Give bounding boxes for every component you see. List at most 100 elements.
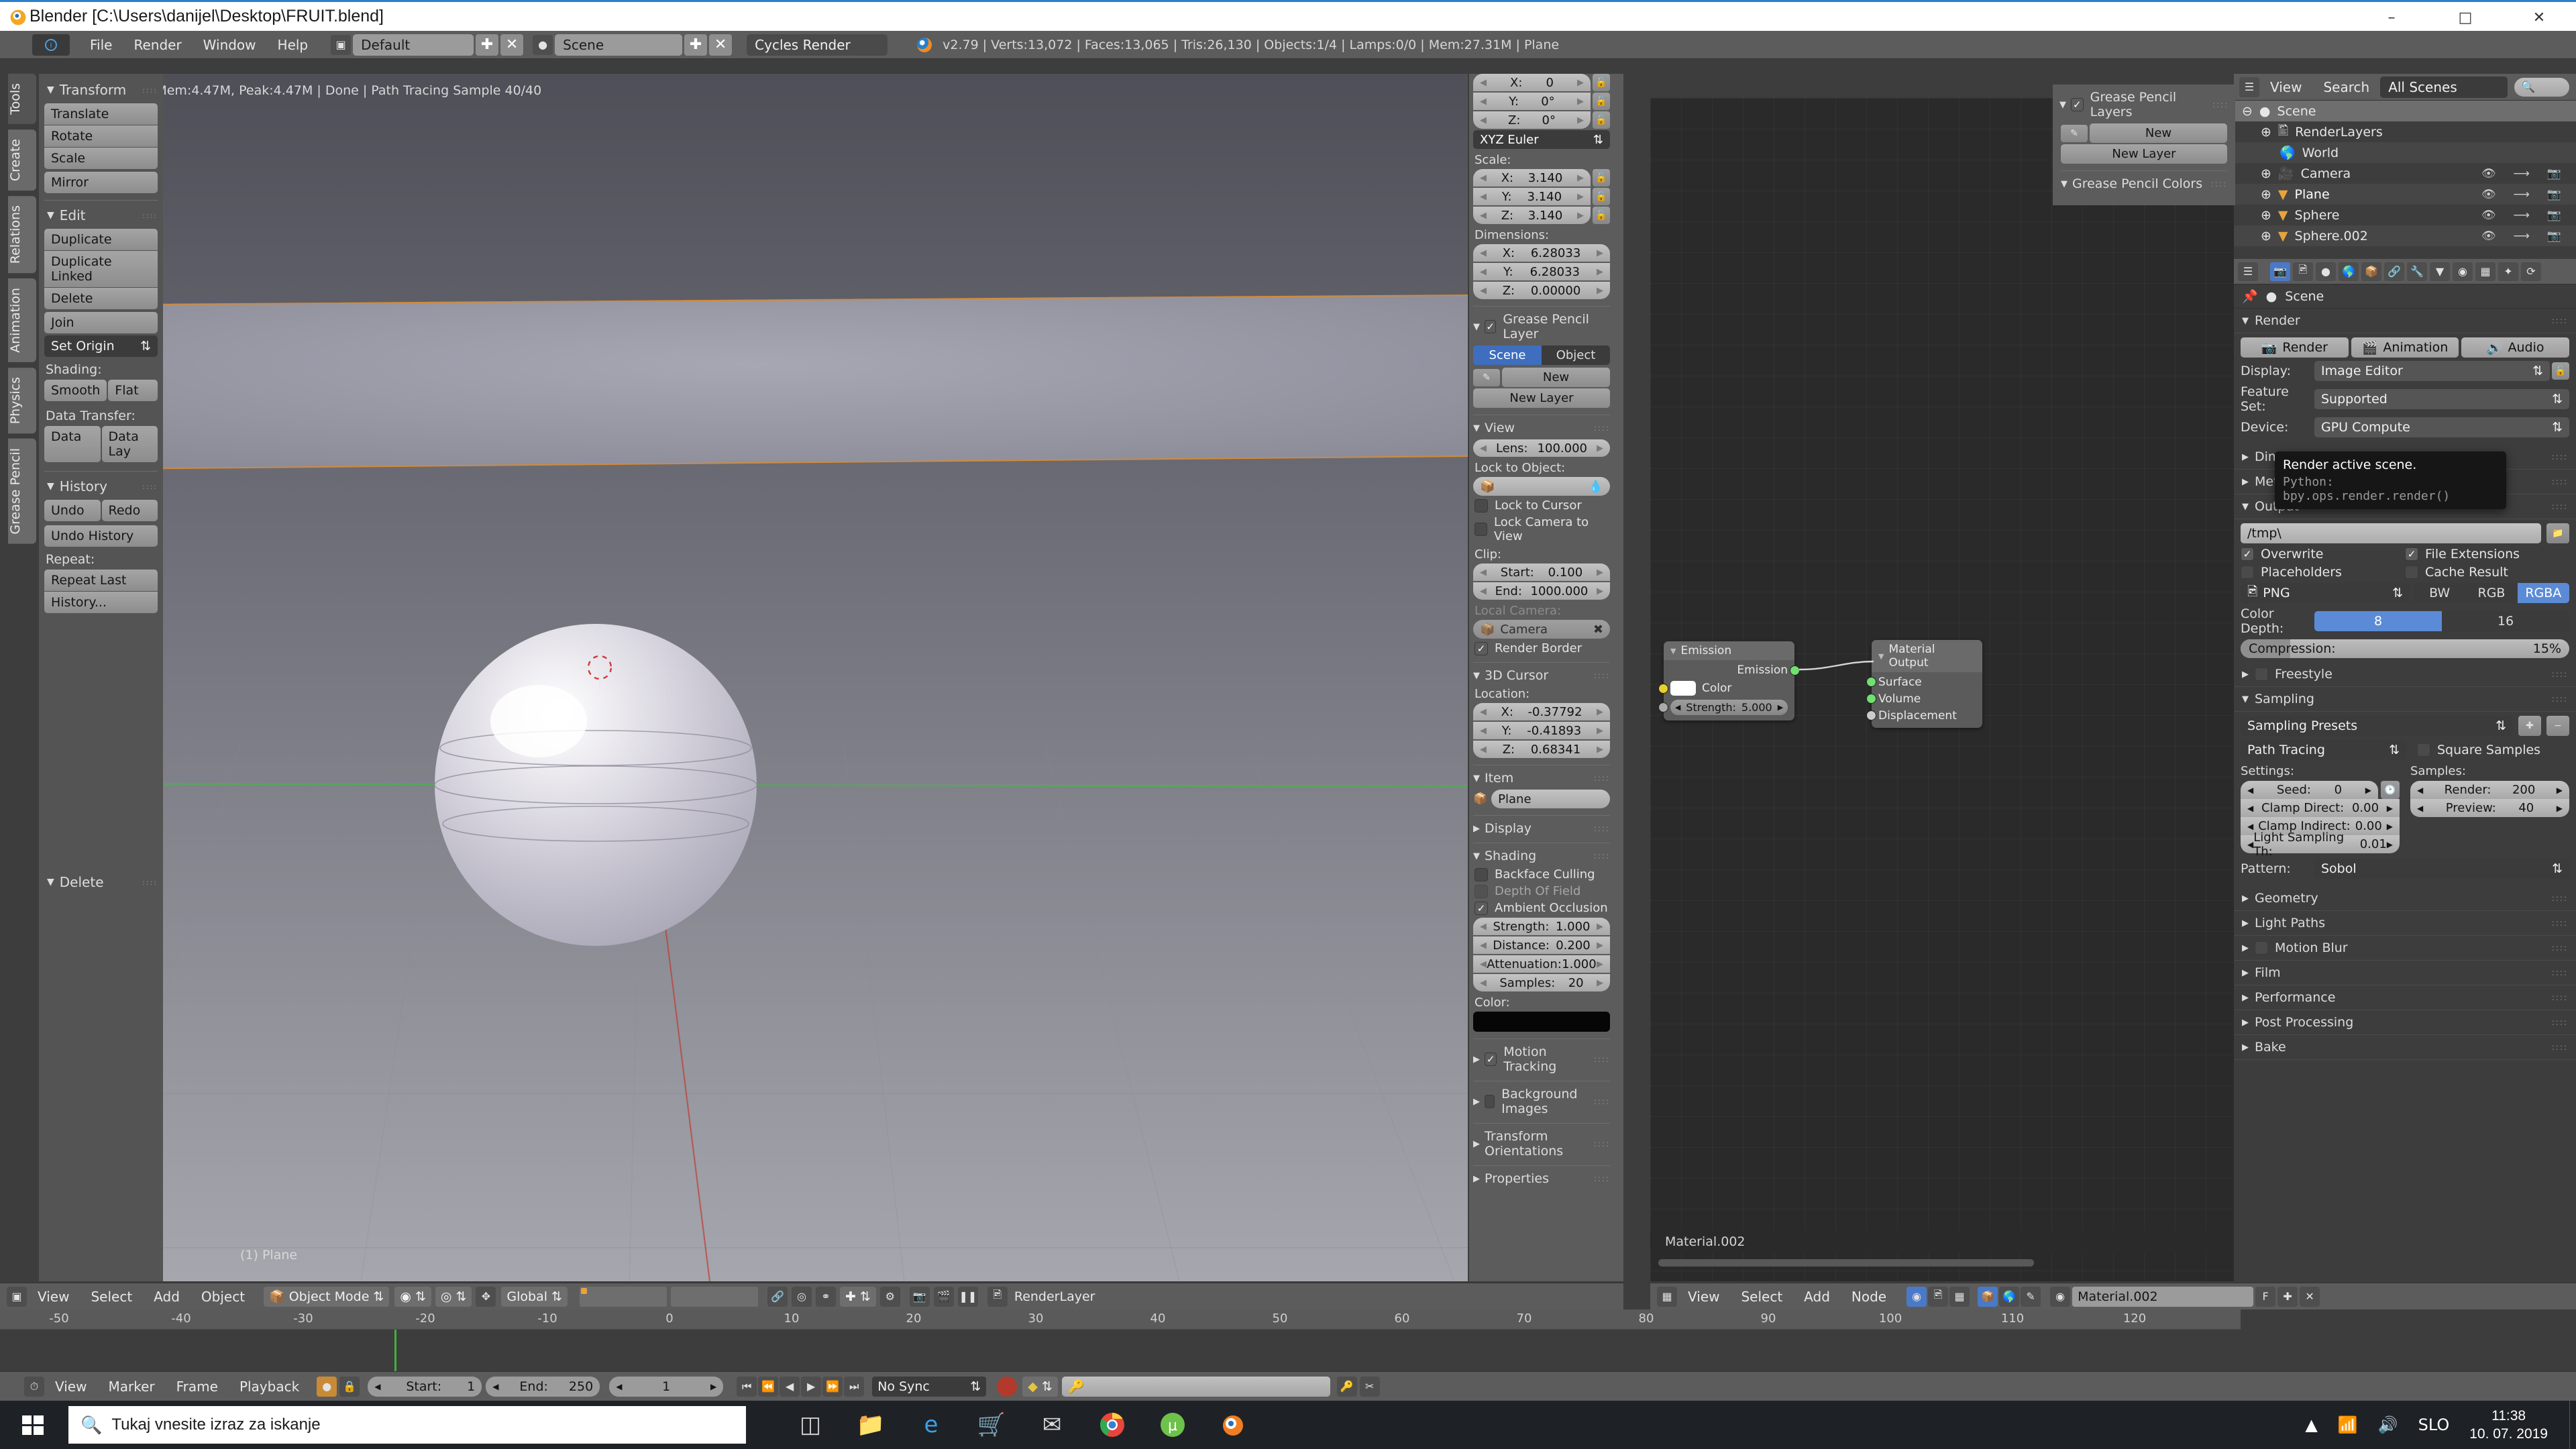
panel-header-render[interactable]: ▼ Render :::: (2234, 309, 2576, 333)
pattern-row[interactable]: Pattern: Sobol ⇅ (2241, 859, 2569, 879)
blender-icon[interactable] (1216, 1407, 1250, 1442)
outliner-row-plane[interactable]: ⊕ ▼ Plane 👁 ⟶ 📷 (2234, 184, 2576, 205)
tool-tab-animation[interactable]: Animation (8, 278, 36, 363)
ambient-occlusion-checkbox[interactable]: ✓ (1474, 901, 1488, 915)
remove-preset-button[interactable]: − (2546, 716, 2569, 736)
lock-rotation-x-icon[interactable]: 🔓 (1593, 74, 1610, 91)
grease-pencil-checkbox[interactable]: ✓ (1485, 320, 1497, 333)
outliner-row-scene[interactable]: ⊖ ● Scene (2234, 101, 2576, 121)
panel-header-freestyle[interactable]: ▶ Freestyle :::: (2234, 662, 2576, 687)
rotation-z-row[interactable]: ◀ Z: 0° ▶ 🔓 (1473, 111, 1610, 129)
outliner-row-sphere-002[interactable]: ⊕ ▼ Sphere.002 👁 ⟶ 📷 (2234, 225, 2576, 246)
outliner-type-icon[interactable]: ☰ (2239, 76, 2259, 97)
socket-strength-in[interactable] (1658, 702, 1668, 712)
device-row[interactable]: Device: GPU Compute ⇅ (2241, 417, 2569, 437)
volume-icon[interactable]: 🔊 (2378, 1415, 2398, 1434)
set-origin-dropdown[interactable]: Set Origin ⇅ (44, 335, 158, 357)
renderable-icon[interactable]: 📷 (2547, 167, 2561, 180)
panel-header-display[interactable]: ▶ Display :::: (1473, 815, 1610, 836)
scale-z-row[interactable]: ◀ Z: 3.140 ▶ 🔓 (1473, 207, 1610, 224)
tab-render[interactable]: 📷 (2270, 262, 2290, 281)
material-name-field[interactable]: Material.002 (2072, 1286, 2254, 1307)
panel-header-background-images[interactable]: ▶ Background Images :::: (1473, 1081, 1610, 1116)
outliner-row-renderlayers[interactable]: ⊕ 🖺 RenderLayers (2234, 121, 2576, 142)
seed-field[interactable]: ◀ Seed: 0 ▶ (2241, 781, 2378, 799)
tab-object[interactable]: 📦 (2361, 262, 2381, 281)
timeline-menu-marker[interactable]: Marker (97, 1379, 165, 1395)
render-audio-button[interactable]: 🔊 Audio (2461, 337, 2570, 358)
panel-header-motion-tracking[interactable]: ▶ ✓ Motion Tracking :::: (1473, 1038, 1610, 1074)
add-screen-layout-button[interactable]: ✚ (476, 34, 499, 56)
lock-to-cursor-row[interactable]: Lock to Cursor (1474, 498, 1614, 513)
cache-result-checkbox[interactable] (2405, 566, 2418, 579)
node-emission-color-swatch[interactable] (1670, 681, 1696, 696)
background-images-checkbox[interactable] (1485, 1095, 1495, 1108)
node-emission[interactable]: ▼ Emission Emission Color ◀ Strength: 5.… (1658, 641, 1800, 720)
expand-icon[interactable]: ⊕ (2261, 208, 2271, 223)
square-samples-row[interactable]: Square Samples (2417, 743, 2569, 757)
render-engine-dropdown[interactable]: Cycles Render (747, 34, 888, 56)
animate-seed-icon[interactable]: 🕑 (2381, 781, 2400, 799)
panel-header-film[interactable]: ▶ Film :::: (2234, 961, 2576, 985)
next-keyframe-icon[interactable]: ⏩ (822, 1376, 843, 1397)
node-menu-node[interactable]: Node (1841, 1289, 1897, 1305)
panel-header-3d-cursor[interactable]: ▼ 3D Cursor :::: (1473, 662, 1610, 683)
compositing-nodes-icon[interactable]: 🖻 (1928, 1286, 1949, 1307)
folder-icon[interactable]: 📁 (2546, 523, 2569, 543)
cache-result-row[interactable]: Cache Result (2405, 565, 2569, 580)
gp-sidebar-new-button[interactable]: New (2090, 123, 2227, 143)
lock-rotation-z-icon[interactable]: 🔓 (1593, 111, 1610, 129)
gp-colors-header[interactable]: ▼ Grease Pencil Colors :::: (2061, 170, 2227, 191)
tool-rotate-button[interactable]: Rotate (44, 125, 158, 147)
ao-color-swatch[interactable] (1473, 1012, 1610, 1032)
output-path-input[interactable]: /tmp\ (2241, 523, 2541, 543)
visibility-icon[interactable]: 👁 (2481, 209, 2496, 222)
pin-icon[interactable]: 📌 (2242, 288, 2258, 304)
panel-header-transform-orientations[interactable]: ▶ Transform Orientations :::: (1473, 1123, 1610, 1159)
scene-dropdown[interactable]: Scene (555, 34, 683, 56)
menu-render[interactable]: Render (123, 37, 192, 53)
snap-target-icon[interactable]: ⚙ (879, 1286, 900, 1307)
expand-icon[interactable]: ⊕ (2261, 187, 2271, 202)
panel-header-view[interactable]: ▼ View :::: (1473, 415, 1610, 435)
jump-to-start-icon[interactable]: ⏮ (737, 1376, 757, 1397)
cursor-y-row[interactable]: ◀ Y: -0.41893 ▶ (1473, 722, 1610, 739)
timeline-menu-view[interactable]: View (44, 1379, 97, 1395)
rotation-x-row[interactable]: ◀ X: 0 ▶ 🔓 (1473, 74, 1610, 91)
taskbar-clock[interactable]: 11:38 10. 07. 2019 (2469, 1407, 2548, 1444)
lock-to-cursor-checkbox[interactable] (1474, 498, 1488, 513)
outliner-row-sphere[interactable]: ⊕ ▼ Sphere 👁 ⟶ 📷 (2234, 205, 2576, 225)
panel-header-transform[interactable]: ▼ Transform :::: (47, 82, 158, 98)
timeline-ruler[interactable]: -50 -40 -30 -20 -10 0 10 20 30 40 50 60 … (0, 1309, 2241, 1330)
tab-constraints[interactable]: 🔗 (2384, 262, 2404, 281)
delete-scene-button[interactable]: ✕ (709, 34, 733, 56)
store-icon[interactable]: 🛒 (974, 1407, 1009, 1442)
overwrite-checkbox[interactable]: ✓ (2241, 547, 2254, 561)
selectable-icon[interactable]: ⟶ (2513, 167, 2529, 180)
node-editor[interactable]: ▼ Emission Emission Color ◀ Strength: 5.… (1650, 98, 2234, 1281)
texture-nodes-icon[interactable]: ▦ (1949, 1286, 1970, 1307)
shader-nodes-icon[interactable]: ◉ (1907, 1286, 1927, 1307)
lock-scale-y-icon[interactable]: 🔓 (1593, 188, 1610, 205)
ambient-occlusion-row[interactable]: ✓ Ambient Occlusion (1474, 901, 1614, 915)
node-emission-strength-row[interactable]: ◀ Strength: 5.000 ▶ (1658, 700, 1788, 715)
play-reverse-icon[interactable]: ◀ (780, 1376, 800, 1397)
delete-keyframe-icon[interactable]: ✂ (1359, 1376, 1380, 1397)
new-material-button[interactable]: ✚ (2277, 1286, 2298, 1307)
previous-keyframe-icon[interactable]: ⏪ (758, 1376, 779, 1397)
socket-color-in[interactable] (1658, 684, 1668, 694)
menu-window[interactable]: Window (193, 37, 267, 53)
panel-header-history[interactable]: ▼ History :::: (47, 478, 158, 494)
lock-to-object-field[interactable]: 📦 💧 (1473, 477, 1610, 496)
samples-preview-field[interactable]: ◀ Preview: 40 ▶ (2410, 799, 2569, 817)
compression-slider[interactable]: Compression: 15% (2241, 639, 2569, 658)
data-transfer-data-button[interactable]: Data (44, 426, 101, 462)
panel-header-grease-pencil-layer[interactable]: ▼ ✓ Grease Pencil Layer (1473, 306, 1610, 341)
ao-attenuation-row[interactable]: ◀ Attenuation: 1.000 ▶ (1473, 955, 1610, 973)
scene-browse-icon[interactable]: ● (533, 34, 553, 55)
timeline-menu-playback[interactable]: Playback (229, 1379, 310, 1395)
gp-layers-header[interactable]: ▼ ✓ Grease Pencil Layers :::: (2059, 89, 2229, 119)
maximize-button[interactable]: □ (2428, 2, 2502, 33)
undo-history-button[interactable]: Undo History (44, 525, 158, 547)
node-material-output[interactable]: ▼ Material Output Surface Volume Displac… (1866, 640, 1982, 728)
